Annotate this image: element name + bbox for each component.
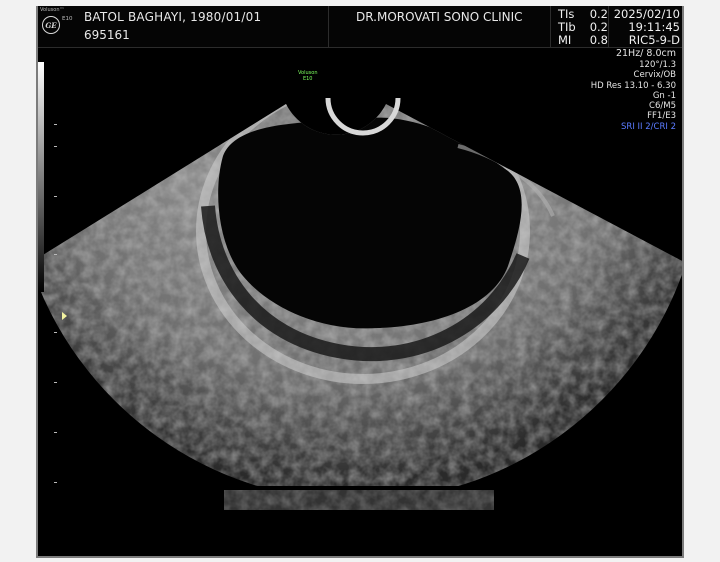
patient-name: BATOL BAGHAYI, 1980/01/01	[84, 10, 262, 24]
brand-label: Voluson™	[40, 7, 65, 13]
sri-info: SRI II 2/CRI 2	[621, 121, 676, 132]
gain-info: Gn -1	[652, 90, 676, 101]
depth-tick	[54, 482, 57, 483]
ge-logo-icon: GE	[42, 16, 60, 34]
imaging-parameters: 21Hz/ 8.0cm 120°/1.3 Cervix/OB HD Res 13…	[591, 48, 676, 132]
depth-tick	[54, 146, 57, 147]
header-bar: Voluson™ GE E10 BATOL BAGHAYI, 1980/01/0…	[38, 6, 682, 48]
focus-marker-icon	[62, 312, 67, 320]
preset-info: Cervix/OB	[633, 70, 676, 81]
datetime-panel: 2025/02/10 19:11:45 RIC5-9-D	[614, 8, 680, 47]
grayscale-bar	[38, 62, 44, 292]
clinic-name: DR.MOROVATI SONO CLINIC	[356, 10, 523, 24]
ultrasound-screen: Voluson E10 Voluson™ GE E10 BATOL BAGHAY…	[36, 6, 684, 558]
probe-name: RIC5-9-D	[628, 33, 680, 47]
depth-tick	[54, 332, 57, 333]
depth-tick	[54, 432, 57, 433]
hd-res-info: HD Res 13.10 - 6.30	[590, 80, 676, 91]
depth-tick	[54, 124, 57, 125]
map-info: C6/M5	[649, 101, 676, 112]
ultrasound-image	[38, 97, 682, 510]
divider	[328, 6, 329, 48]
filter-info: FF1/E3	[647, 111, 676, 122]
divider	[550, 6, 551, 48]
depth-info: 21Hz/ 8.0cm	[615, 48, 676, 59]
divider	[608, 6, 609, 48]
volume-label: Voluson E10	[298, 70, 318, 82]
patient-id: 695161	[84, 28, 130, 42]
depth-tick	[54, 382, 57, 383]
param-row-mi: MI 0.8	[558, 33, 608, 47]
thermal-index-panel: TIs 0.2 TIb 0.2 MI 0.8	[558, 8, 608, 47]
depth-tick	[54, 196, 57, 197]
angle-info: 120°/1.3	[639, 60, 676, 70]
depth-tick	[54, 254, 57, 255]
model-label: E10	[62, 16, 73, 22]
scan-sector	[38, 104, 682, 486]
